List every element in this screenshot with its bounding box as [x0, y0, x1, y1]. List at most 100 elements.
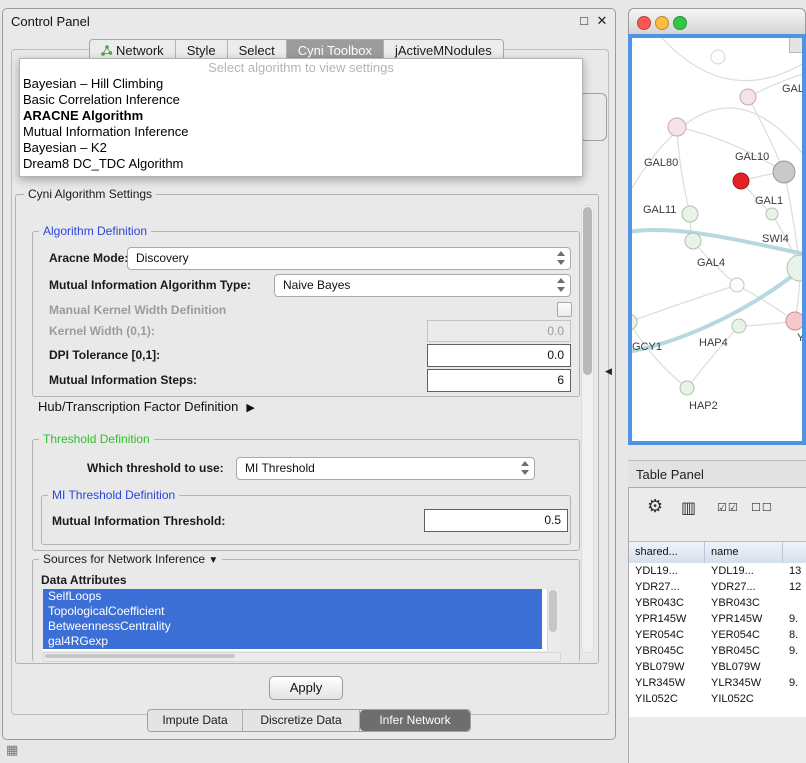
tab-infer-network[interactable]: Infer Network — [360, 710, 470, 731]
mi-type-select[interactable]: Naive Bayes — [274, 274, 571, 297]
hub-definition-expander[interactable]: Hub/Transcription Factor Definition▶ — [38, 399, 255, 414]
column-header-shared[interactable]: shared... — [629, 542, 705, 563]
mi-threshold-group: MI Threshold Definition Mutual Informati… — [41, 495, 571, 545]
cell[interactable]: 9. — [783, 675, 806, 691]
column-header-clipped[interactable] — [783, 542, 806, 563]
node-hap2[interactable] — [680, 381, 694, 395]
node-gcy1[interactable] — [632, 314, 637, 330]
list-item-selfloops[interactable]: SelfLoops — [43, 589, 542, 604]
mi-threshold-label: Mutual Information Threshold: — [52, 514, 225, 528]
cell[interactable]: YPR145W — [705, 611, 783, 627]
node-hap4[interactable] — [732, 319, 746, 333]
clear-all-checkboxes-icon[interactable]: ☐☐ — [751, 501, 773, 514]
zoom-traffic-light[interactable] — [673, 16, 687, 30]
cell[interactable]: YIL052C — [705, 691, 783, 707]
menu-item-bayesian-hill-climbing[interactable]: Bayesian – Hill Climbing — [20, 76, 582, 92]
table-row[interactable]: YLR345WYLR345W9. — [629, 675, 806, 691]
aracne-mode-select[interactable]: Discovery — [127, 247, 571, 270]
node[interactable] — [668, 118, 686, 136]
select-all-checkboxes-icon[interactable]: ☑☑ — [717, 501, 739, 514]
settings-scrollbar-thumb[interactable] — [583, 207, 592, 375]
table-row[interactable]: YDR27...YDR27...12 — [629, 579, 806, 595]
table-row[interactable]: YPR145WYPR145W9. — [629, 611, 806, 627]
cell[interactable]: YBL079W — [705, 659, 783, 675]
cell[interactable]: YDL19... — [705, 563, 783, 579]
attributes-list-scrollbar-thumb[interactable] — [549, 590, 557, 632]
cell[interactable]: YER054C — [705, 627, 783, 643]
menu-item-bayesian-k2[interactable]: Bayesian – K2 — [20, 140, 582, 156]
cell[interactable]: YBR045C — [705, 643, 783, 659]
cell[interactable]: 9. — [783, 643, 806, 659]
cell[interactable]: 13 — [783, 563, 806, 579]
cell[interactable]: YER054C — [629, 627, 705, 643]
dpi-tolerance-field[interactable]: 0.0 — [427, 344, 571, 367]
menu-item-mutual-information[interactable]: Mutual Information Inference — [20, 124, 582, 140]
table-row[interactable]: YIL052CYIL052C — [629, 691, 806, 707]
tab-impute-data[interactable]: Impute Data — [148, 710, 243, 731]
node[interactable] — [740, 89, 756, 105]
which-threshold-label: Which threshold to use: — [87, 461, 224, 475]
attributes-list-hscrollbar-thumb[interactable] — [45, 654, 235, 658]
tab-discretize-data[interactable]: Discretize Data — [243, 710, 360, 731]
columns-icon[interactable]: ▥ — [681, 498, 696, 518]
minimize-traffic-light[interactable] — [655, 16, 669, 30]
table-row[interactable]: YBR045CYBR045C9. — [629, 643, 806, 659]
list-item-topologicalcoefficient[interactable]: TopologicalCoefficient — [43, 604, 542, 619]
attributes-list-hscrollbar[interactable] — [43, 652, 561, 662]
float-window-button[interactable]: □ — [577, 13, 591, 28]
node-selected-red[interactable] — [733, 173, 749, 189]
network-window-titlebar[interactable] — [628, 8, 806, 35]
cell[interactable] — [783, 691, 806, 707]
gear-icon[interactable]: ⚙ — [647, 496, 663, 517]
table-row[interactable]: YBL079WYBL079W — [629, 659, 806, 675]
list-item-betweennesscentrality[interactable]: BetweennessCentrality — [43, 619, 542, 634]
node-gal1[interactable] — [766, 208, 778, 220]
node[interactable] — [711, 50, 725, 64]
node-pink[interactable] — [786, 312, 802, 330]
cell[interactable]: 8. — [783, 627, 806, 643]
cell[interactable]: YIL052C — [629, 691, 705, 707]
node-gal4[interactable] — [685, 233, 701, 249]
manual-kernel-checkbox[interactable] — [557, 302, 572, 317]
show-panel-icon[interactable]: ▦ — [6, 742, 18, 758]
attributes-list-scrollbar[interactable] — [547, 589, 559, 651]
menu-item-aracne[interactable]: ARACNE Algorithm — [20, 108, 582, 124]
node-gal11[interactable] — [682, 206, 698, 222]
cell[interactable]: YBR043C — [629, 595, 705, 611]
close-traffic-light[interactable] — [637, 16, 651, 30]
node-gal10[interactable] — [773, 161, 795, 183]
cell[interactable]: YBR045C — [629, 643, 705, 659]
cell[interactable] — [783, 595, 806, 611]
cell[interactable]: YPR145W — [629, 611, 705, 627]
cell[interactable]: YDR27... — [629, 579, 705, 595]
list-item-gal4rgexp[interactable]: gal4RGexp — [43, 634, 542, 649]
node[interactable] — [730, 278, 744, 292]
table-row[interactable]: YDL19...YDL19...13 — [629, 563, 806, 579]
menu-item-dream8[interactable]: Dream8 DC_TDC Algorithm — [20, 156, 582, 172]
cell[interactable]: YBR043C — [705, 595, 783, 611]
apply-button[interactable]: Apply — [269, 676, 343, 700]
table-row[interactable]: YER054CYER054C8. — [629, 627, 806, 643]
expand-right-icon[interactable]: ▶ — [246, 401, 254, 414]
which-threshold-select[interactable]: MI Threshold — [236, 457, 535, 480]
panel-collapse-arrow[interactable]: ◀ — [605, 366, 612, 377]
desktop: Control Panel □ ✕ Network Style Select C… — [0, 0, 806, 762]
mi-threshold-field[interactable]: 0.5 — [424, 509, 568, 532]
cell[interactable]: 9. — [783, 611, 806, 627]
cell[interactable] — [783, 659, 806, 675]
menu-item-basic-correlation[interactable]: Basic Correlation Inference — [20, 92, 582, 108]
cell[interactable]: YDR27... — [705, 579, 783, 595]
cell[interactable]: YBL079W — [629, 659, 705, 675]
cell[interactable]: 12 — [783, 579, 806, 595]
cell[interactable]: YLR345W — [705, 675, 783, 691]
mi-steps-field[interactable]: 6 — [427, 369, 571, 392]
settings-scrollbar[interactable] — [581, 205, 594, 653]
collapse-down-icon[interactable]: ▼ — [208, 555, 218, 566]
cell[interactable]: YDL19... — [629, 563, 705, 579]
table-row[interactable]: YBR043CYBR043C — [629, 595, 806, 611]
cell[interactable]: YLR345W — [629, 675, 705, 691]
close-window-button[interactable]: ✕ — [595, 13, 609, 29]
column-header-name[interactable]: name — [705, 542, 783, 563]
canvas-corner-widget[interactable] — [789, 38, 802, 53]
network-canvas[interactable]: GAL80 GAL8 GAL10 GAL11 GAL1 SWI4 GAL4 GC… — [628, 34, 806, 445]
